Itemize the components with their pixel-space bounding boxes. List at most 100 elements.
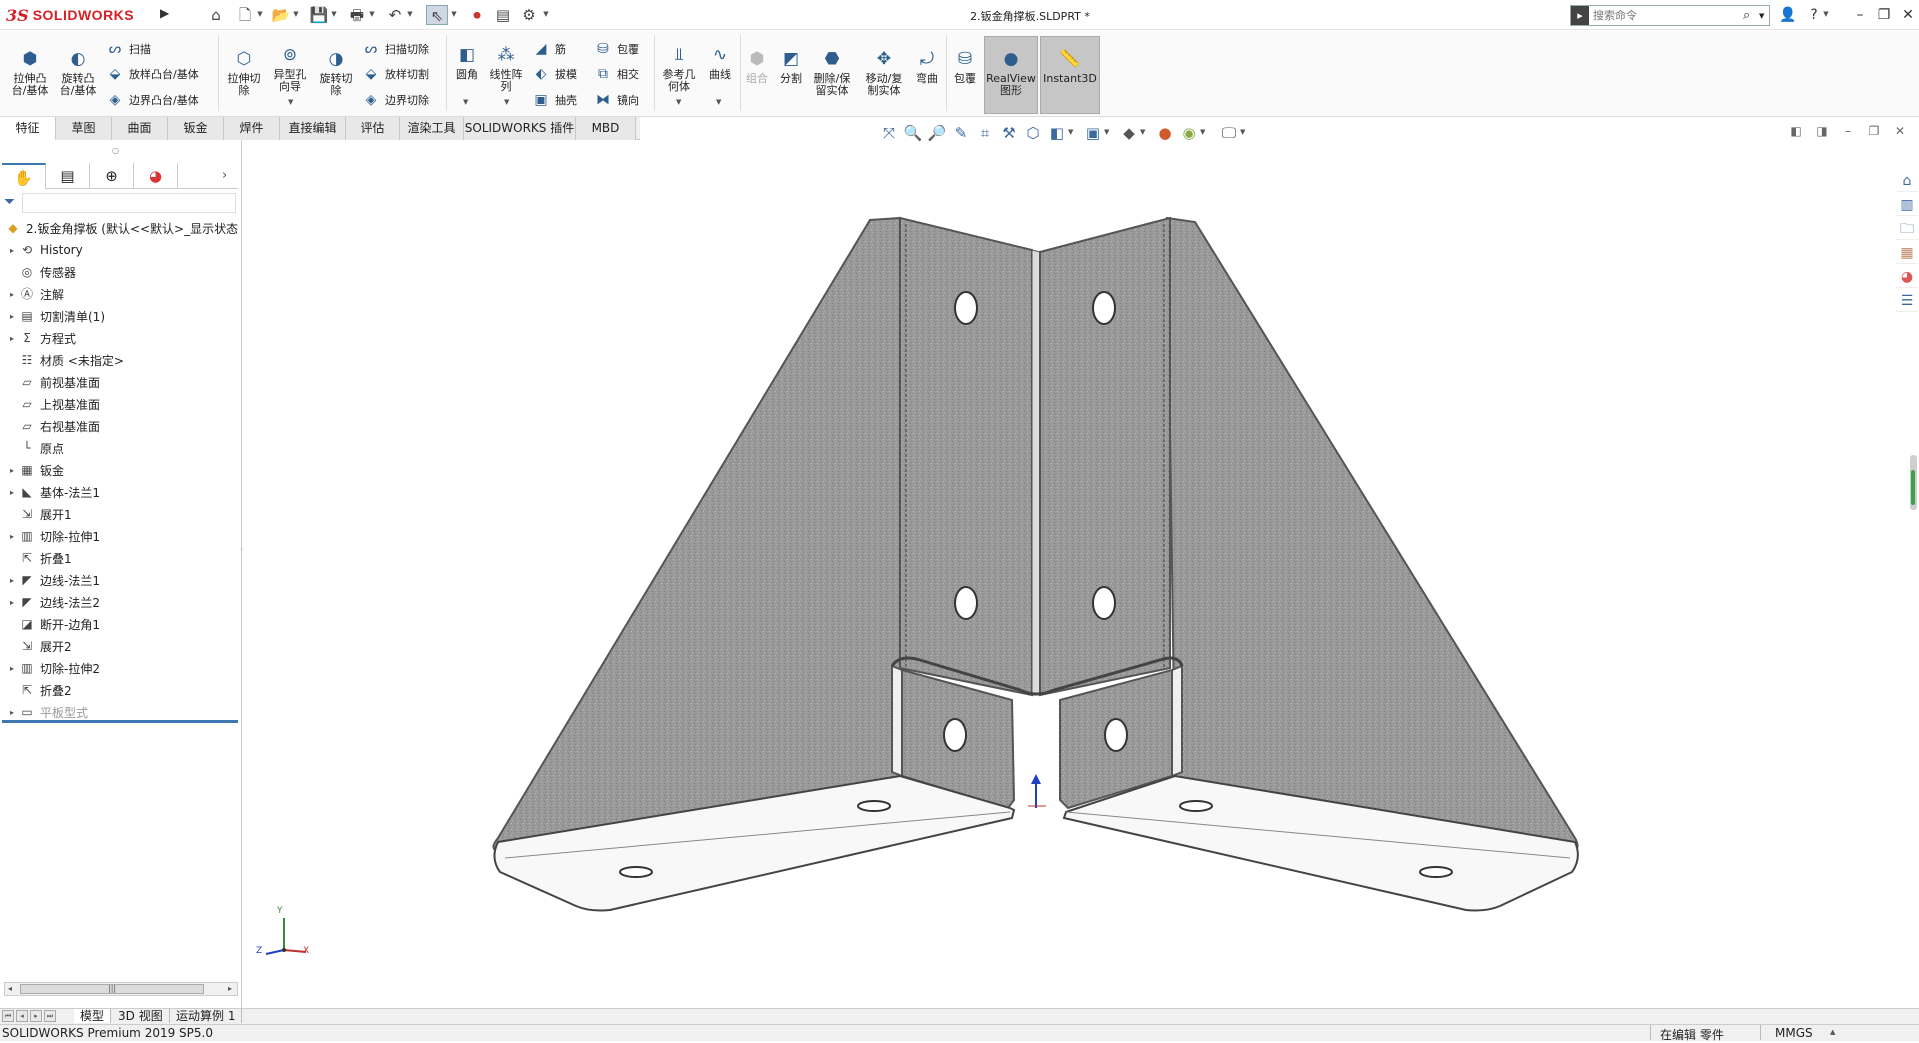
edit-appearance-icon[interactable]: ◆	[1118, 122, 1140, 144]
prev-tab-icon[interactable]: ◂	[16, 1010, 28, 1022]
fillet-caret-icon[interactable]: ▼	[463, 98, 468, 106]
hole-wizard-button[interactable]: ⊚ 异型孔 向导	[270, 44, 310, 93]
realview-button[interactable]: ● RealView 图形	[984, 48, 1038, 97]
expand-toggle-icon[interactable]: ▸	[6, 576, 18, 585]
wrap-button[interactable]: ⛁ 包覆	[594, 39, 639, 59]
viewport-close-icon[interactable]: ✕	[1890, 124, 1910, 142]
hide-show-icon[interactable]: ▣	[1082, 122, 1104, 144]
tree-item[interactable]: ⇲ 展开2	[6, 636, 72, 656]
panel-more-icon[interactable]: ›	[222, 168, 227, 183]
hole[interactable]	[1092, 586, 1116, 620]
tab-direct-editing[interactable]: 直接编辑	[280, 117, 346, 140]
search-scope-icon[interactable]: ▸	[1571, 6, 1589, 25]
tab-model[interactable]: 模型	[74, 1009, 112, 1023]
scene-icon[interactable]: ●	[1154, 122, 1176, 144]
boundary-cut-button[interactable]: ◈ 边界切除	[362, 90, 429, 110]
viewport-restore-icon[interactable]: ❐	[1864, 124, 1884, 142]
hole-wizard-caret-icon[interactable]: ▼	[288, 98, 293, 106]
rib-button[interactable]: ◢ 筋	[532, 39, 566, 59]
expand-toggle-icon[interactable]: ▸	[6, 598, 18, 607]
apply-scene-icon[interactable]: ◉	[1178, 122, 1200, 144]
file-explorer-icon[interactable]: 🗀	[1896, 218, 1918, 240]
base-hole[interactable]	[1179, 800, 1213, 812]
print-icon[interactable]: 🖶	[346, 5, 368, 25]
draft-button[interactable]: ⬖ 拔模	[532, 64, 577, 84]
expand-toggle-icon[interactable]: ▸	[6, 532, 18, 541]
view-settings-icon[interactable]: 🖵	[1218, 122, 1240, 144]
tree-item[interactable]: ▸ ▥ 切除-拉伸2	[6, 658, 100, 678]
expand-toggle-icon[interactable]: ▸	[6, 290, 18, 299]
print-caret-icon[interactable]: ▼	[368, 9, 376, 19]
expand-toggle-icon[interactable]: ▸	[6, 466, 18, 475]
search-input[interactable]	[1589, 6, 1743, 25]
magnify-icon[interactable]: ⚒	[998, 122, 1020, 144]
intersect-button[interactable]: ⧉ 相交	[594, 64, 639, 84]
view-orientation-icon[interactable]: ⬡	[1022, 122, 1044, 144]
configurationmanager-tab-icon[interactable]: ⊕	[90, 163, 134, 189]
section-view-icon[interactable]: ✎	[950, 122, 972, 144]
shell-button[interactable]: ▣ 抽壳	[532, 90, 577, 110]
tab-features[interactable]: 特征	[0, 117, 56, 140]
solidworks-resources-icon[interactable]: ⌂	[1896, 170, 1918, 192]
tree-item[interactable]: ⇱ 折叠1	[6, 548, 72, 568]
search-icon[interactable]: ⌕	[1743, 8, 1759, 23]
hole[interactable]	[1092, 291, 1116, 325]
wrap-feature-button[interactable]: ⛁ 包覆	[950, 48, 980, 85]
expand-toggle-icon[interactable]: ▸	[6, 664, 18, 673]
search-caret-icon[interactable]: ▼	[1759, 12, 1769, 20]
rebuild-icon[interactable]: ⏺	[466, 5, 488, 25]
expand-toggle-icon[interactable]: ▸	[6, 334, 18, 343]
tree-item[interactable]: └ 原点	[6, 438, 64, 458]
units-caret-icon[interactable]: ▲	[1830, 1028, 1835, 1036]
home-icon[interactable]: ⌂	[205, 5, 227, 25]
tree-item[interactable]: ▸ ◣ 基体-法兰1	[6, 482, 100, 502]
file-properties-icon[interactable]: ▤	[492, 5, 514, 25]
mirror-button[interactable]: ⧓ 镜向	[594, 90, 639, 110]
right-vertical-flange[interactable]	[1039, 216, 1171, 697]
viewport-scroll-thumb[interactable]	[1911, 470, 1915, 505]
options-caret-icon[interactable]: ▼	[542, 9, 550, 19]
boundary-boss-button[interactable]: ◈ 边界凸台/基体	[106, 90, 199, 110]
featuremanager-tab-icon[interactable]: ✋	[2, 163, 46, 189]
view-settings-caret-icon[interactable]: ▼	[1240, 128, 1245, 136]
curves-caret-icon[interactable]: ▼	[716, 98, 721, 106]
loft-boss-button[interactable]: ⬙ 放样凸台/基体	[106, 64, 199, 84]
last-tab-icon[interactable]: ⏭	[44, 1010, 56, 1022]
tree-item[interactable]: ▱ 上视基准面	[6, 394, 100, 414]
new-caret-icon[interactable]: ▼	[256, 9, 264, 19]
lofted-cut-button[interactable]: ⬙ 放样切割	[362, 64, 429, 84]
next-tab-icon[interactable]: ▸	[30, 1010, 42, 1022]
hole[interactable]	[943, 718, 967, 752]
hole[interactable]	[954, 586, 978, 620]
ref-geometry-caret-icon[interactable]: ▼	[676, 98, 681, 106]
open-icon[interactable]: 📂	[270, 5, 292, 25]
save-caret-icon[interactable]: ▼	[330, 9, 338, 19]
graphics-area[interactable]	[243, 146, 1893, 1008]
tab-motion-study[interactable]: 运动算例 1	[170, 1009, 243, 1023]
tab-render-tools[interactable]: 渲染工具	[400, 117, 464, 140]
scroll-left-icon[interactable]: ◂	[8, 984, 12, 993]
solidworks-logo[interactable]: 3S SOLIDWORKS	[6, 4, 154, 26]
swept-cut-button[interactable]: ᔕ 扫描切除	[362, 39, 429, 59]
previous-view-icon[interactable]: 🔎	[926, 122, 948, 144]
left-vertical-flange[interactable]	[899, 216, 1033, 697]
fillet-button[interactable]: ◧ 圆角	[452, 44, 482, 81]
hide-show-caret-icon[interactable]: ▼	[1104, 128, 1109, 136]
expand-toggle-icon[interactable]: ▸	[6, 488, 18, 497]
help-caret-icon[interactable]: ▼	[1822, 9, 1830, 19]
scene-caret-icon[interactable]: ▼	[1200, 128, 1205, 136]
tree-item[interactable]: ▱ 右视基准面	[6, 416, 100, 436]
select-icon[interactable]: ⇖	[426, 5, 448, 25]
tab-sketch[interactable]: 草图	[56, 117, 112, 140]
sweep-button[interactable]: ᔕ 扫描	[106, 39, 151, 59]
left-web-face[interactable]	[492, 216, 901, 854]
tree-item[interactable]: ▸ ▦ 钣金	[6, 460, 64, 480]
design-library-icon[interactable]: ▥	[1896, 194, 1918, 216]
restore-icon[interactable]: ❐	[1872, 4, 1896, 26]
tree-item[interactable]: ◎ 传感器	[6, 262, 76, 282]
expand-toggle-icon[interactable]: ▸	[6, 708, 18, 717]
tree-item[interactable]: ⇲ 展开1	[6, 504, 72, 524]
save-icon[interactable]: 💾	[308, 5, 330, 25]
viewport-minimize-icon[interactable]: –	[1838, 124, 1858, 142]
filter-icon[interactable]: ⏷	[4, 194, 15, 210]
